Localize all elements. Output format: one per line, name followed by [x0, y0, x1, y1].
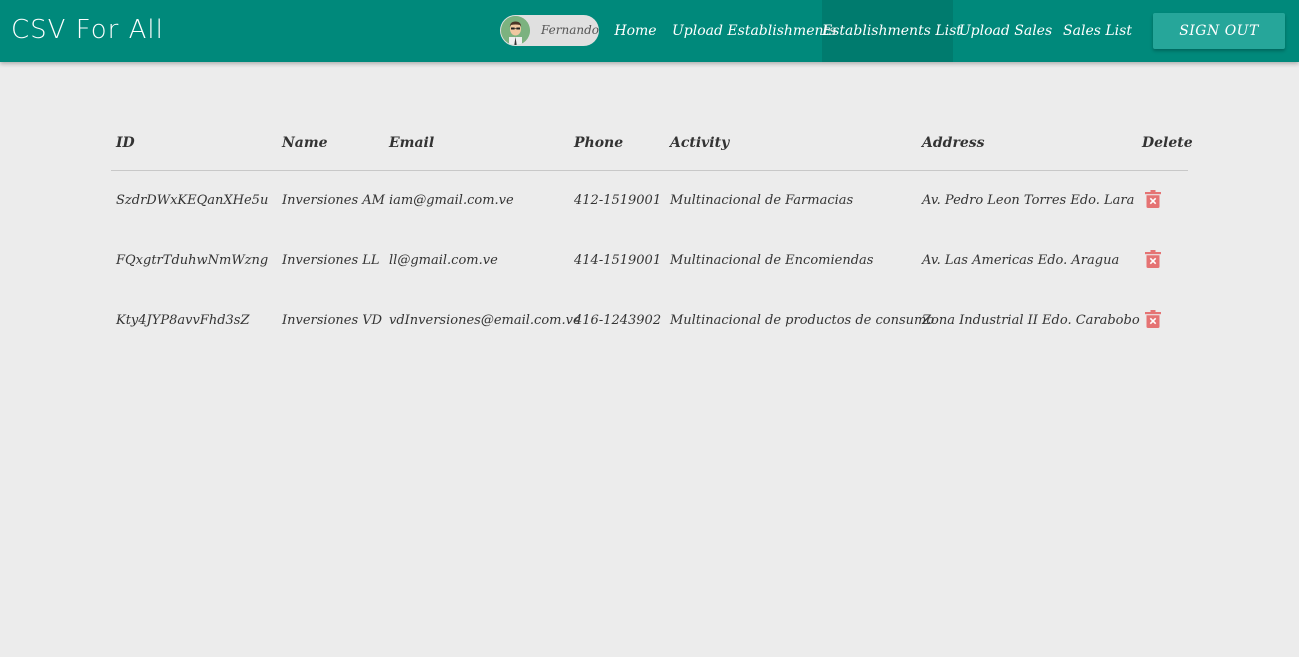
table-row: Kty4JYP8avvFhd3sZ Inversiones VD vdInver…	[111, 291, 1188, 351]
header-name: Name	[282, 135, 328, 151]
cell-activity: Multinacional de Encomiendas	[670, 253, 874, 268]
header-activity: Activity	[670, 135, 730, 151]
header-delete: Delete	[1142, 135, 1193, 151]
delete-forever-icon[interactable]	[1145, 250, 1161, 268]
establishments-table: ID Name Email Phone Activity Address Del…	[111, 116, 1193, 351]
delete-forever-icon[interactable]	[1145, 190, 1161, 208]
header-address: Address	[922, 135, 985, 151]
cell-phone: 414-1519001	[574, 253, 662, 268]
nav-upload-establishments[interactable]: Upload Establishments	[672, 0, 836, 62]
nav-upload-sales[interactable]: Upload Sales	[958, 0, 1053, 62]
table-row: FQxgtrTduhwNmWzng Inversiones LL ll@gmai…	[111, 231, 1188, 291]
header-email: Email	[389, 135, 435, 151]
delete-forever-icon[interactable]	[1145, 310, 1161, 328]
cell-email: ll@gmail.com.ve	[389, 253, 498, 268]
cell-id: SzdrDWxKEQanXHe5u	[116, 193, 269, 208]
cell-phone: 412-1519001	[574, 193, 662, 208]
table-row: SzdrDWxKEQanXHe5u Inversiones AM iam@gma…	[111, 171, 1188, 231]
brand-logo[interactable]: CSV For All	[11, 13, 164, 47]
cell-email: vdInversiones@email.com.ve	[389, 313, 581, 328]
cell-name: Inversiones AM	[282, 193, 385, 208]
table-header: ID Name Email Phone Activity Address Del…	[111, 116, 1193, 171]
user-chip[interactable]: Fernando	[500, 15, 599, 46]
sign-out-button[interactable]: SIGN OUT	[1153, 13, 1285, 49]
nav-home[interactable]: Home	[608, 0, 663, 62]
cell-id: FQxgtrTduhwNmWzng	[116, 253, 269, 268]
cell-address: Av. Las Americas Edo. Aragua	[922, 253, 1120, 268]
cell-address: Av. Pedro Leon Torres Edo. Lara	[922, 193, 1135, 208]
top-navbar: CSV For All Fernando Home Upload Establi…	[0, 0, 1299, 62]
cell-activity: Multinacional de Farmacias	[670, 193, 854, 208]
header-phone: Phone	[574, 135, 624, 151]
user-avatar-icon	[501, 16, 530, 45]
cell-email: iam@gmail.com.ve	[389, 193, 514, 208]
cell-id: Kty4JYP8avvFhd3sZ	[116, 313, 250, 328]
user-name: Fernando	[541, 23, 600, 37]
cell-phone: 416-1243902	[574, 313, 662, 328]
cell-activity: Multinacional de productos de consumo	[670, 313, 935, 328]
header-id: ID	[116, 135, 135, 151]
nav-establishments-list[interactable]: Establishments List	[822, 0, 962, 62]
cell-name: Inversiones VD	[282, 313, 383, 328]
cell-address: Zona Industrial II Edo. Carabobo	[922, 313, 1140, 328]
cell-name: Inversiones LL	[282, 253, 380, 268]
nav-sales-list[interactable]: Sales List	[1061, 0, 1134, 62]
